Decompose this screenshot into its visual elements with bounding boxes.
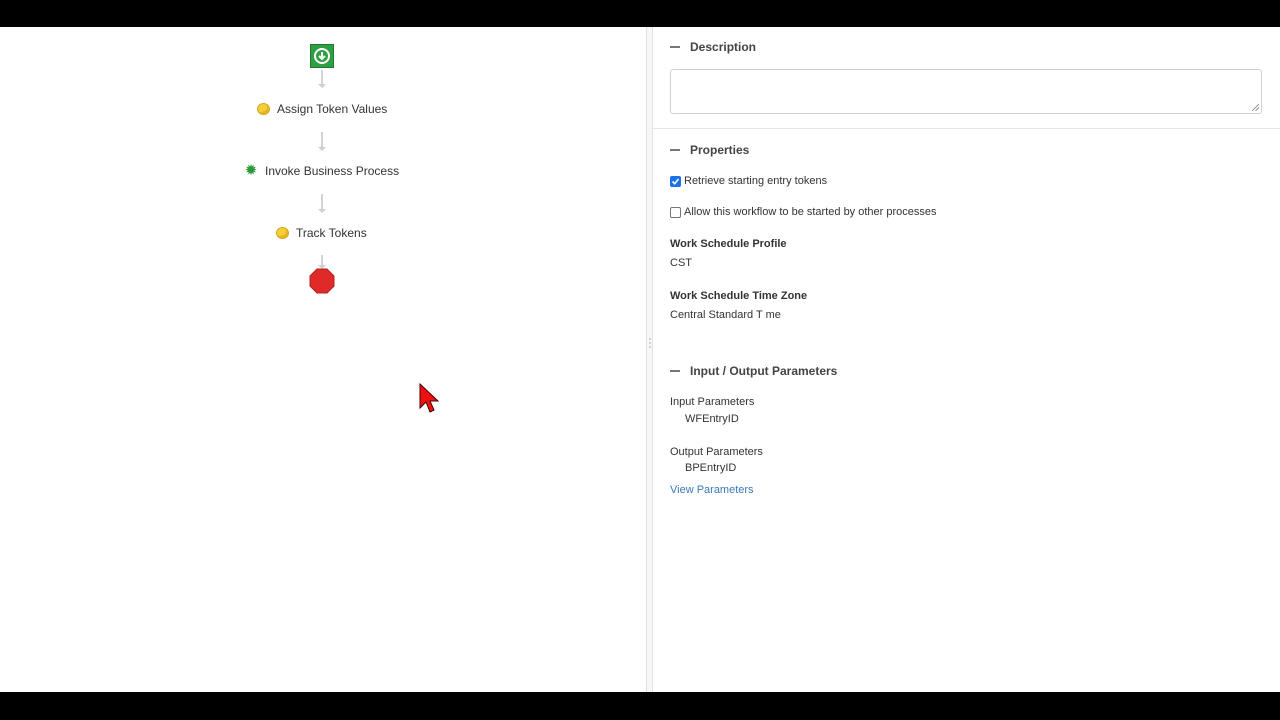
collapse-icon[interactable] — [670, 370, 680, 372]
arrow-down-icon — [314, 48, 330, 64]
description-textarea[interactable] — [670, 69, 1262, 114]
properties-panel: Description Properties Retrieve starting… — [653, 27, 1280, 692]
connector-line — [318, 70, 326, 88]
step-track-tokens[interactable]: Track Tokens — [275, 226, 367, 240]
work-schedule-profile-label: Work Schedule Profile — [670, 238, 787, 250]
input-parameters-label: Input Parameters — [670, 396, 755, 408]
resize-handle-icon[interactable] — [1252, 104, 1259, 111]
step-assign-token-values[interactable]: Assign Token Values — [256, 102, 387, 116]
retrieve-tokens-option[interactable]: Retrieve starting entry tokens — [670, 175, 827, 187]
splitter-grip-icon[interactable] — [649, 337, 651, 349]
section-title: Description — [690, 40, 757, 54]
properties-section-header[interactable]: Properties — [670, 143, 749, 157]
checkbox-label[interactable]: Allow this workflow to be started by oth… — [684, 206, 937, 218]
work-schedule-profile-value: CST — [670, 257, 692, 269]
bottom-black-bar — [0, 692, 1280, 720]
workflow-designer: Assign Token Values ✹ Invoke Business Pr… — [0, 27, 1280, 692]
step-invoke-business-process[interactable]: ✹ Invoke Business Process — [244, 162, 400, 179]
section-title: Input / Output Parameters — [690, 364, 838, 378]
workflow-canvas[interactable]: Assign Token Values ✹ Invoke Business Pr… — [0, 27, 646, 692]
step-label: Assign Token Values — [277, 102, 388, 116]
end-node[interactable] — [309, 268, 335, 294]
section-title: Properties — [690, 143, 750, 157]
output-parameters-label: Output Parameters — [670, 446, 763, 458]
input-parameter-value: WFEntryID — [685, 413, 739, 425]
section-divider — [653, 128, 1280, 129]
allow-started-option[interactable]: Allow this workflow to be started by oth… — [670, 206, 937, 218]
io-parameters-section-header[interactable]: Input / Output Parameters — [670, 364, 837, 378]
token-coin-icon — [256, 102, 270, 116]
checkbox-label[interactable]: Retrieve starting entry tokens — [684, 175, 827, 187]
connector-line — [318, 132, 326, 151]
panel-splitter[interactable] — [646, 27, 653, 692]
work-schedule-time-zone-value: Central Standard T me — [670, 309, 781, 321]
step-label: Invoke Business Process — [265, 164, 400, 178]
collapse-icon[interactable] — [670, 46, 680, 48]
start-node[interactable] — [310, 44, 334, 68]
retrieve-tokens-checkbox[interactable] — [670, 175, 681, 187]
connector-line — [318, 255, 326, 269]
top-black-bar — [0, 0, 1280, 27]
description-section-header[interactable]: Description — [670, 40, 756, 54]
stop-octagon-icon — [309, 268, 335, 294]
mouse-cursor-icon — [419, 383, 440, 413]
output-parameter-value: BPEntryID — [685, 462, 737, 474]
checkmark-icon — [671, 177, 680, 185]
work-schedule-time-zone-label: Work Schedule Time Zone — [670, 290, 808, 302]
collapse-icon[interactable] — [670, 149, 680, 151]
allow-started-checkbox[interactable] — [670, 206, 681, 218]
step-label: Track Tokens — [296, 226, 367, 240]
token-coin-icon — [275, 226, 289, 240]
connector-line — [318, 194, 326, 213]
gear-icon: ✹ — [244, 162, 258, 179]
view-parameters-link[interactable]: View Parameters — [670, 484, 754, 496]
